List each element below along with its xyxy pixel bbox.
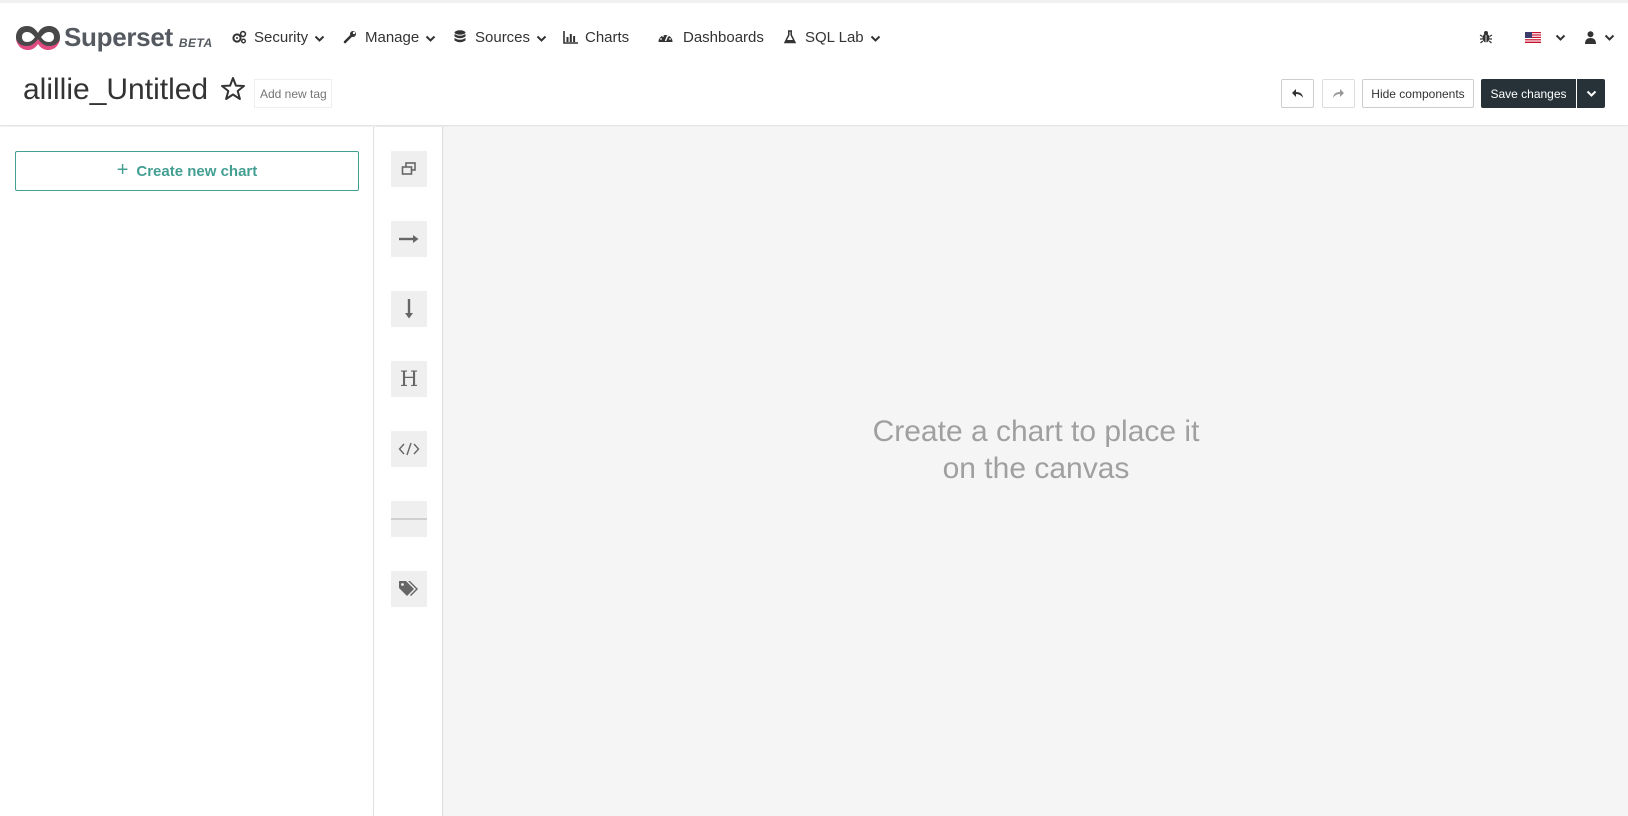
brand-logo-link[interactable]: Superset BETA <box>14 21 213 53</box>
nav-dashboards-label: Dashboards <box>683 28 764 46</box>
chevron-down-icon <box>314 35 325 42</box>
tabs-icon <box>401 162 416 175</box>
nav-security[interactable]: Security <box>231 25 325 49</box>
nav-sources[interactable]: Sources <box>452 25 547 49</box>
row-component[interactable] <box>391 221 427 257</box>
empty-canvas-message: Create a chart to place it on the canvas <box>444 413 1628 487</box>
save-options-dropdown[interactable] <box>1577 79 1605 108</box>
user-menu[interactable] <box>1585 25 1615 49</box>
flask-icon <box>782 29 798 45</box>
chevron-down-icon <box>1586 90 1596 97</box>
plus-icon: + <box>116 158 129 181</box>
create-new-chart-label: Create new chart <box>136 162 258 180</box>
empty-canvas-line2: on the canvas <box>942 452 1130 485</box>
column-component[interactable] <box>391 291 427 327</box>
save-changes-button[interactable]: Save changes <box>1481 79 1576 108</box>
dashboard-header: alillie_Untitled Hide components Save ch… <box>0 65 1628 126</box>
chevron-down-icon <box>870 35 880 42</box>
undo-icon <box>1292 89 1303 98</box>
wrench-icon <box>342 29 358 45</box>
dashboard-title[interactable]: alillie_Untitled <box>23 73 208 107</box>
nav-security-label: Security <box>254 28 309 46</box>
divider-icon <box>391 518 427 520</box>
us-flag-icon <box>1525 31 1541 43</box>
star-icon[interactable] <box>220 76 246 102</box>
nav-manage[interactable]: Manage <box>342 25 436 49</box>
nav-sql-lab[interactable]: SQL Lab <box>782 25 881 49</box>
redo-icon <box>1333 89 1344 98</box>
builder-components-panel: H <box>375 127 443 816</box>
nav-dashboards[interactable]: Dashboards <box>657 25 764 49</box>
undo-button[interactable] <box>1281 79 1314 108</box>
chevron-down-icon <box>536 35 547 42</box>
markdown-icon <box>398 442 420 456</box>
svg-text:H: H <box>400 368 418 390</box>
nav-charts-label: Charts <box>585 28 630 46</box>
row-icon <box>399 235 419 243</box>
language-selector[interactable] <box>1525 25 1566 49</box>
user-icon <box>1585 30 1596 44</box>
bug-report-button[interactable] <box>1479 25 1493 49</box>
chart-list-panel: + Create new chart <box>0 127 374 816</box>
divider-component[interactable] <box>391 501 427 537</box>
chevron-down-icon <box>426 35 436 42</box>
nav-manage-label: Manage <box>365 28 420 46</box>
column-icon <box>405 299 413 319</box>
dashboard-canvas[interactable]: Create a chart to place it on the canvas <box>444 127 1628 816</box>
database-icon <box>452 29 468 45</box>
bar-chart-icon <box>562 29 578 45</box>
nav-sources-label: Sources <box>475 28 531 46</box>
superset-logo-icon <box>16 26 60 50</box>
nav-charts[interactable]: Charts <box>562 25 629 49</box>
empty-canvas-line1: Create a chart to place it <box>872 415 1200 448</box>
header-icon: H <box>400 368 418 390</box>
cogs-icon <box>231 29 247 45</box>
nav-sql-lab-label: SQL Lab <box>805 28 864 46</box>
tabs-component[interactable] <box>391 151 427 187</box>
header-component[interactable]: H <box>391 361 427 397</box>
redo-button[interactable] <box>1322 79 1355 108</box>
chevron-down-icon <box>1555 34 1566 41</box>
markdown-component[interactable] <box>391 431 427 467</box>
brand-beta-badge: BETA <box>178 36 213 50</box>
chevron-down-icon <box>1604 34 1615 41</box>
dashboard-icon <box>657 29 673 45</box>
bug-icon <box>1479 31 1493 44</box>
create-new-chart-button[interactable]: + Create new chart <box>15 151 359 191</box>
brand-name: Superset <box>64 21 173 52</box>
tags-component[interactable] <box>391 571 427 607</box>
add-tag-input[interactable] <box>254 79 332 108</box>
hide-components-button[interactable]: Hide components <box>1362 79 1474 108</box>
tags-icon <box>399 581 418 596</box>
navbar: Superset BETA Security Manage Sources Ch… <box>0 3 1628 65</box>
